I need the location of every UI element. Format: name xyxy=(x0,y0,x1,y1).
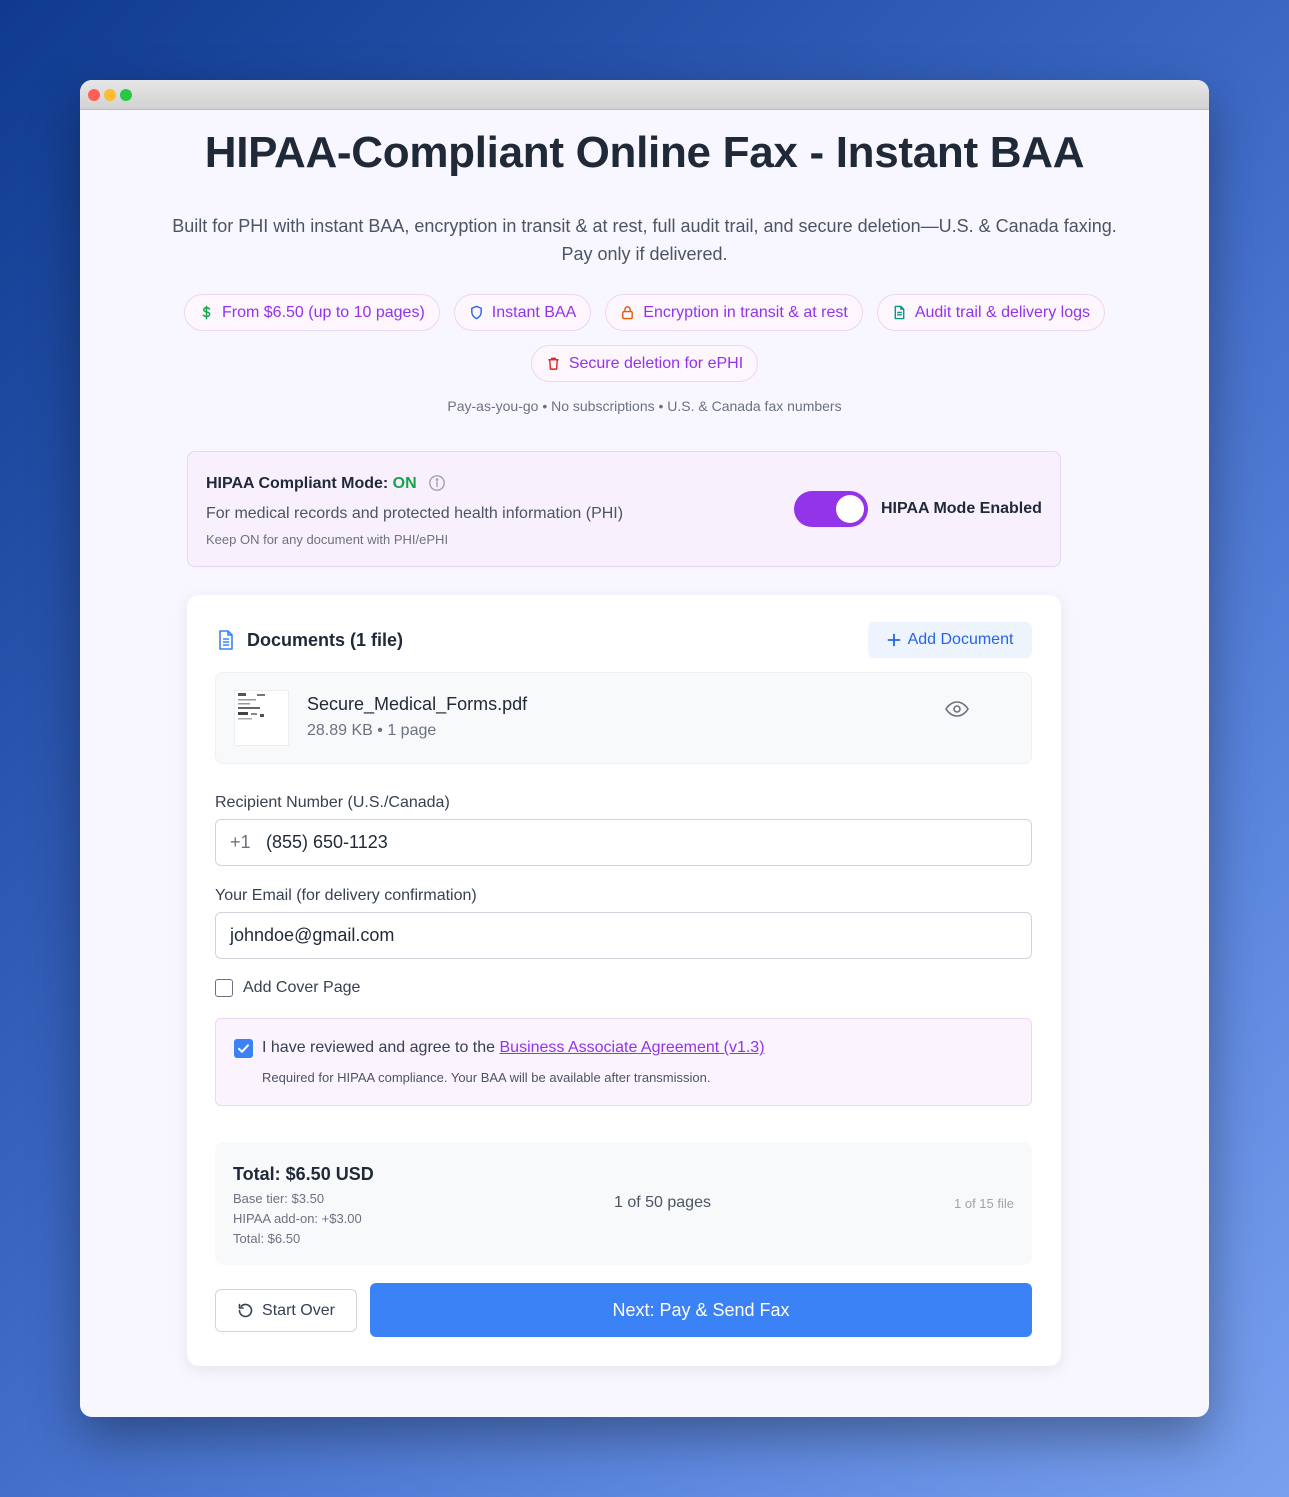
file-count: 1 of 15 file xyxy=(954,1196,1014,1211)
page-title: HIPAA-Compliant Online Fax - Instant BAA xyxy=(204,128,1085,177)
hipaa-mode-toggle-label: HIPAA Mode Enabled xyxy=(881,500,1042,517)
baa-agreement-checkbox[interactable] xyxy=(234,1039,253,1058)
document-file-meta: 28.89 KB • 1 page xyxy=(307,722,437,739)
total-price: Total: $6.50 USD xyxy=(233,1164,374,1184)
lock-icon xyxy=(622,306,634,320)
start-over-button[interactable]: Start Over xyxy=(215,1289,357,1332)
subtitle-line-1: Built for PHI with instant BAA, encrypti… xyxy=(172,216,1117,236)
refresh-icon xyxy=(238,1303,253,1318)
eye-icon[interactable] xyxy=(943,695,971,723)
start-over-label: Start Over xyxy=(262,1301,335,1319)
recipient-number-label: Recipient Number (U.S./Canada) xyxy=(215,794,450,811)
info-icon[interactable] xyxy=(428,474,446,492)
fax-form-card: Documents (1 file) Add Document Secure_M… xyxy=(187,595,1061,1366)
badge-audit-label: Audit trail & delivery logs xyxy=(914,303,1090,321)
email-input[interactable]: johndoe@gmail.com xyxy=(215,912,1032,959)
hipaa-addon-price: HIPAA add-on: +$3.00 xyxy=(233,1211,362,1226)
add-document-label: Add Document xyxy=(907,631,1014,648)
total-price-detail: Total: $6.50 xyxy=(233,1231,301,1246)
feature-badges: From $6.50 (up to 10 pages) Instant BAA … xyxy=(120,294,1169,382)
page-subtitle: Built for PHI with instant BAA, encrypti… xyxy=(100,212,1189,268)
badge-price-label: From $6.50 (up to 10 pages) xyxy=(222,303,425,321)
document-file-name: Secure_Medical_Forms.pdf xyxy=(307,694,528,714)
base-tier-price: Base tier: $3.50 xyxy=(233,1191,325,1206)
hipaa-mode-description: For medical records and protected health… xyxy=(206,505,624,522)
document-list-item: Secure_Medical_Forms.pdf 28.89 KB • 1 pa… xyxy=(215,672,1032,764)
badge-baa: Instant BAA xyxy=(453,294,592,331)
minimize-window-button[interactable] xyxy=(104,89,116,101)
baa-agreement-note: Required for HIPAA compliance. Your BAA … xyxy=(262,1070,711,1085)
hipaa-mode-panel: HIPAA Compliant Mode: ON For medical rec… xyxy=(187,451,1061,567)
browser-window: HIPAA-Compliant Online Fax - Instant BAA… xyxy=(80,80,1209,1417)
badge-price: From $6.50 (up to 10 pages) xyxy=(184,294,440,331)
documents-heading: Documents (1 file) xyxy=(247,630,404,650)
document-icon xyxy=(894,305,905,320)
window-titlebar xyxy=(80,80,1209,110)
pay-and-send-button[interactable]: Next: Pay & Send Fax xyxy=(370,1283,1032,1337)
page-count: 1 of 50 pages xyxy=(614,1194,711,1211)
hipaa-mode-hint: Keep ON for any document with PHI/ePHI xyxy=(206,532,449,547)
dollar-icon xyxy=(202,305,211,320)
price-summary: Total: $6.50 USD Base tier: $3.50 HIPAA … xyxy=(215,1142,1032,1265)
recipient-number-input[interactable]: +1 (855) 650-1123 xyxy=(215,819,1032,866)
file-text-icon xyxy=(219,630,233,650)
cover-page-option[interactable]: Add Cover Page xyxy=(215,979,360,997)
document-thumbnail xyxy=(234,690,289,746)
email-value: johndoe@gmail.com xyxy=(230,925,395,945)
badge-deletion: Secure deletion for ePHI xyxy=(530,345,759,382)
badge-encryption: Encryption in transit & at rest xyxy=(605,294,863,331)
baa-agreement-prefix: I have reviewed and agree to the xyxy=(262,1039,496,1056)
maximize-window-button[interactable] xyxy=(120,89,132,101)
cover-page-label: Add Cover Page xyxy=(243,979,361,996)
hipaa-mode-title-text: HIPAA Compliant Mode: xyxy=(206,475,389,492)
badge-baa-label: Instant BAA xyxy=(491,303,577,321)
baa-agreement-text: I have reviewed and agree to the Busines… xyxy=(262,1039,765,1057)
plus-icon xyxy=(887,633,900,647)
email-label: Your Email (for delivery confirmation) xyxy=(215,887,477,904)
shield-icon xyxy=(470,305,482,320)
pricing-note: Pay-as-you-go • No subscriptions • U.S. … xyxy=(447,398,842,414)
checkmark-icon xyxy=(238,1044,249,1053)
baa-agreement-panel: I have reviewed and agree to the Busines… xyxy=(215,1018,1032,1106)
trash-icon xyxy=(548,357,559,370)
hipaa-mode-status: ON xyxy=(392,475,417,492)
hipaa-mode-title: HIPAA Compliant Mode: ON xyxy=(206,475,417,493)
toggle-knob xyxy=(836,495,864,523)
subtitle-line-2: Pay only if delivered. xyxy=(561,244,728,264)
badge-audit: Audit trail & delivery logs xyxy=(876,294,1105,331)
badge-encryption-label: Encryption in transit & at rest xyxy=(643,303,848,321)
close-window-button[interactable] xyxy=(88,89,100,101)
badge-deletion-label: Secure deletion for ePHI xyxy=(568,354,744,372)
recipient-number-value: (855) 650-1123 xyxy=(266,832,388,852)
cover-page-checkbox[interactable] xyxy=(215,979,233,997)
baa-agreement-link[interactable]: Business Associate Agreement (v1.3) xyxy=(500,1039,765,1056)
hipaa-mode-toggle[interactable] xyxy=(794,491,868,527)
country-code-prefix: +1 xyxy=(230,832,251,852)
add-document-button[interactable]: Add Document xyxy=(868,622,1032,658)
